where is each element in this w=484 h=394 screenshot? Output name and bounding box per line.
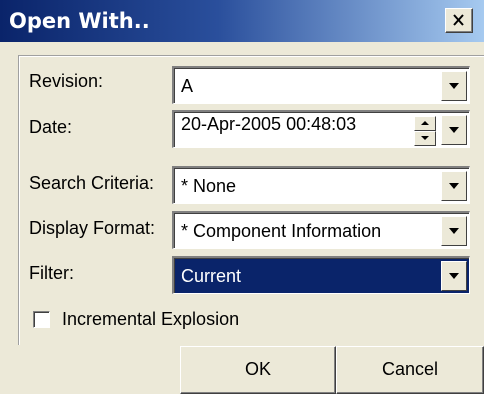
filter-dropdown-button[interactable] <box>441 261 467 291</box>
display-format-dropdown-button[interactable] <box>441 216 467 246</box>
display-format-label: Display Format: <box>29 218 156 238</box>
filter-value: Current <box>181 266 242 286</box>
incremental-explosion-label[interactable]: Incremental Explosion <box>62 309 239 330</box>
close-button[interactable] <box>445 8 473 33</box>
search-criteria-dropdown-button[interactable] <box>441 171 467 201</box>
date-value: 20-Apr-2005 00:48:03 <box>181 114 357 134</box>
spin-down-icon <box>421 136 429 140</box>
display-format-select[interactable]: * Component Information <box>172 211 470 249</box>
title-bar: Open With.. <box>0 0 484 42</box>
filter-select[interactable]: Current <box>172 256 470 294</box>
chevron-down-icon <box>449 183 459 189</box>
search-criteria-label: Search Criteria: <box>29 173 155 193</box>
chevron-down-icon <box>449 127 459 133</box>
date-label: Date: <box>29 117 73 137</box>
filter-label: Filter: <box>29 263 74 283</box>
cancel-button[interactable]: Cancel <box>336 346 484 394</box>
display-format-value: * Component Information <box>181 221 382 241</box>
chevron-down-icon <box>449 83 459 89</box>
revision-value: A <box>181 76 194 96</box>
window-title: Open With.. <box>9 9 150 33</box>
revision-select[interactable]: A <box>172 66 470 104</box>
search-criteria-value: * None <box>181 176 237 196</box>
spin-up-button[interactable] <box>414 116 436 131</box>
search-criteria-select[interactable]: * None <box>172 166 470 204</box>
chevron-down-icon <box>449 273 459 279</box>
revision-label: Revision: <box>29 71 104 91</box>
ok-button[interactable]: OK <box>180 346 336 394</box>
date-picker[interactable]: 20-Apr-2005 00:48:03 <box>172 110 470 148</box>
spin-up-icon <box>421 121 429 125</box>
chevron-down-icon <box>449 228 459 234</box>
spin-down-button[interactable] <box>414 131 436 146</box>
revision-dropdown-button[interactable] <box>441 71 467 101</box>
date-dropdown-button[interactable] <box>441 115 467 145</box>
date-spinner[interactable] <box>414 116 436 146</box>
incremental-explosion-checkbox[interactable] <box>33 311 50 328</box>
close-icon <box>453 14 464 26</box>
